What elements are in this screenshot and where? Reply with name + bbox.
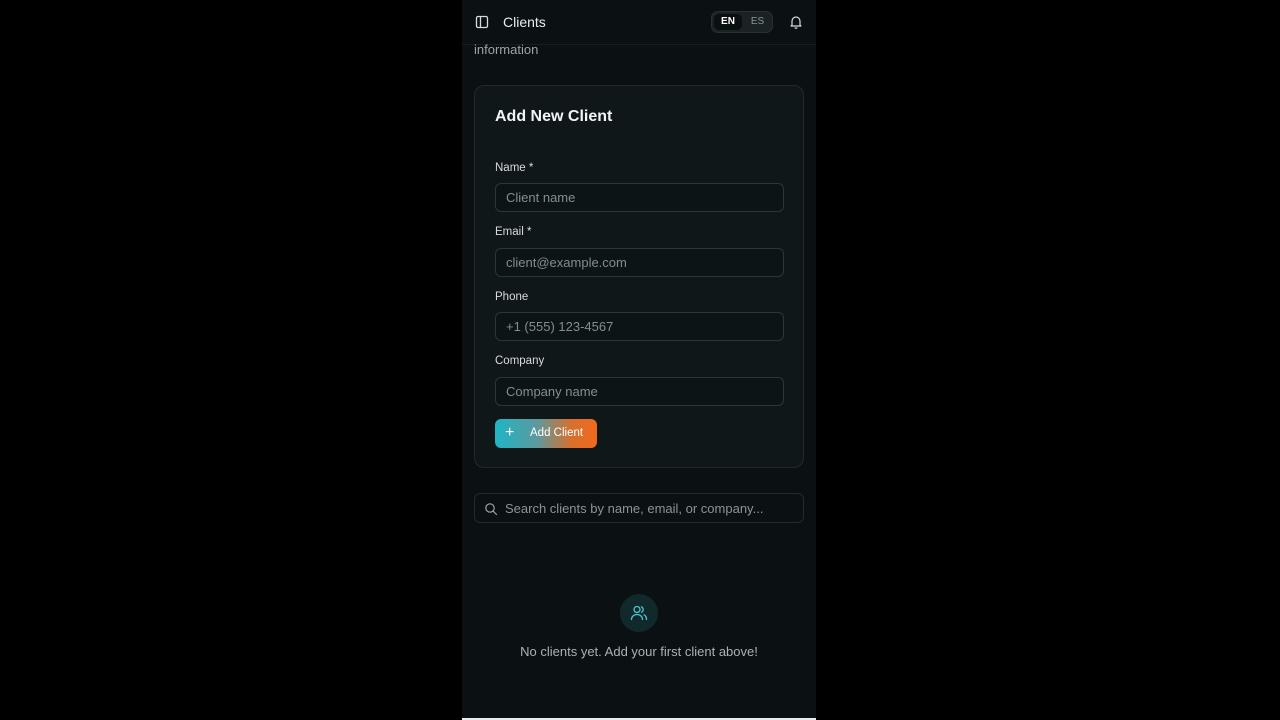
- search-input[interactable]: [505, 494, 795, 522]
- language-option-es[interactable]: ES: [744, 14, 771, 30]
- email-label: Email *: [495, 226, 532, 238]
- top-bar: Clients EN ES: [462, 0, 816, 45]
- page-title: Clients: [503, 14, 546, 30]
- name-input[interactable]: [495, 183, 784, 212]
- plus-icon: +: [505, 424, 515, 441]
- language-switcher: EN ES: [711, 11, 773, 33]
- bell-icon[interactable]: [789, 14, 803, 30]
- page-subtitle: information: [474, 42, 539, 57]
- users-icon: [630, 605, 648, 621]
- add-client-card: Add New Client Name * Email * Phone Comp…: [474, 85, 804, 468]
- empty-state-message: No clients yet. Add your first client ab…: [520, 644, 758, 659]
- add-client-label: Add Client: [530, 427, 584, 439]
- name-label: Name *: [495, 162, 534, 174]
- company-label: Company: [495, 355, 545, 367]
- add-client-button[interactable]: + Add Client: [495, 419, 597, 448]
- company-input[interactable]: [495, 377, 784, 406]
- sidebar-toggle-icon[interactable]: [475, 14, 489, 30]
- app-screen: Clients EN ES information Add New Client…: [462, 0, 816, 718]
- phone-label: Phone: [495, 291, 529, 303]
- empty-state-badge: [620, 594, 658, 632]
- search-box: [474, 493, 804, 523]
- phone-input[interactable]: [495, 312, 784, 341]
- language-option-en[interactable]: EN: [714, 14, 742, 30]
- email-input[interactable]: [495, 248, 784, 277]
- search-icon: [484, 502, 498, 516]
- card-title: Add New Client: [495, 108, 613, 125]
